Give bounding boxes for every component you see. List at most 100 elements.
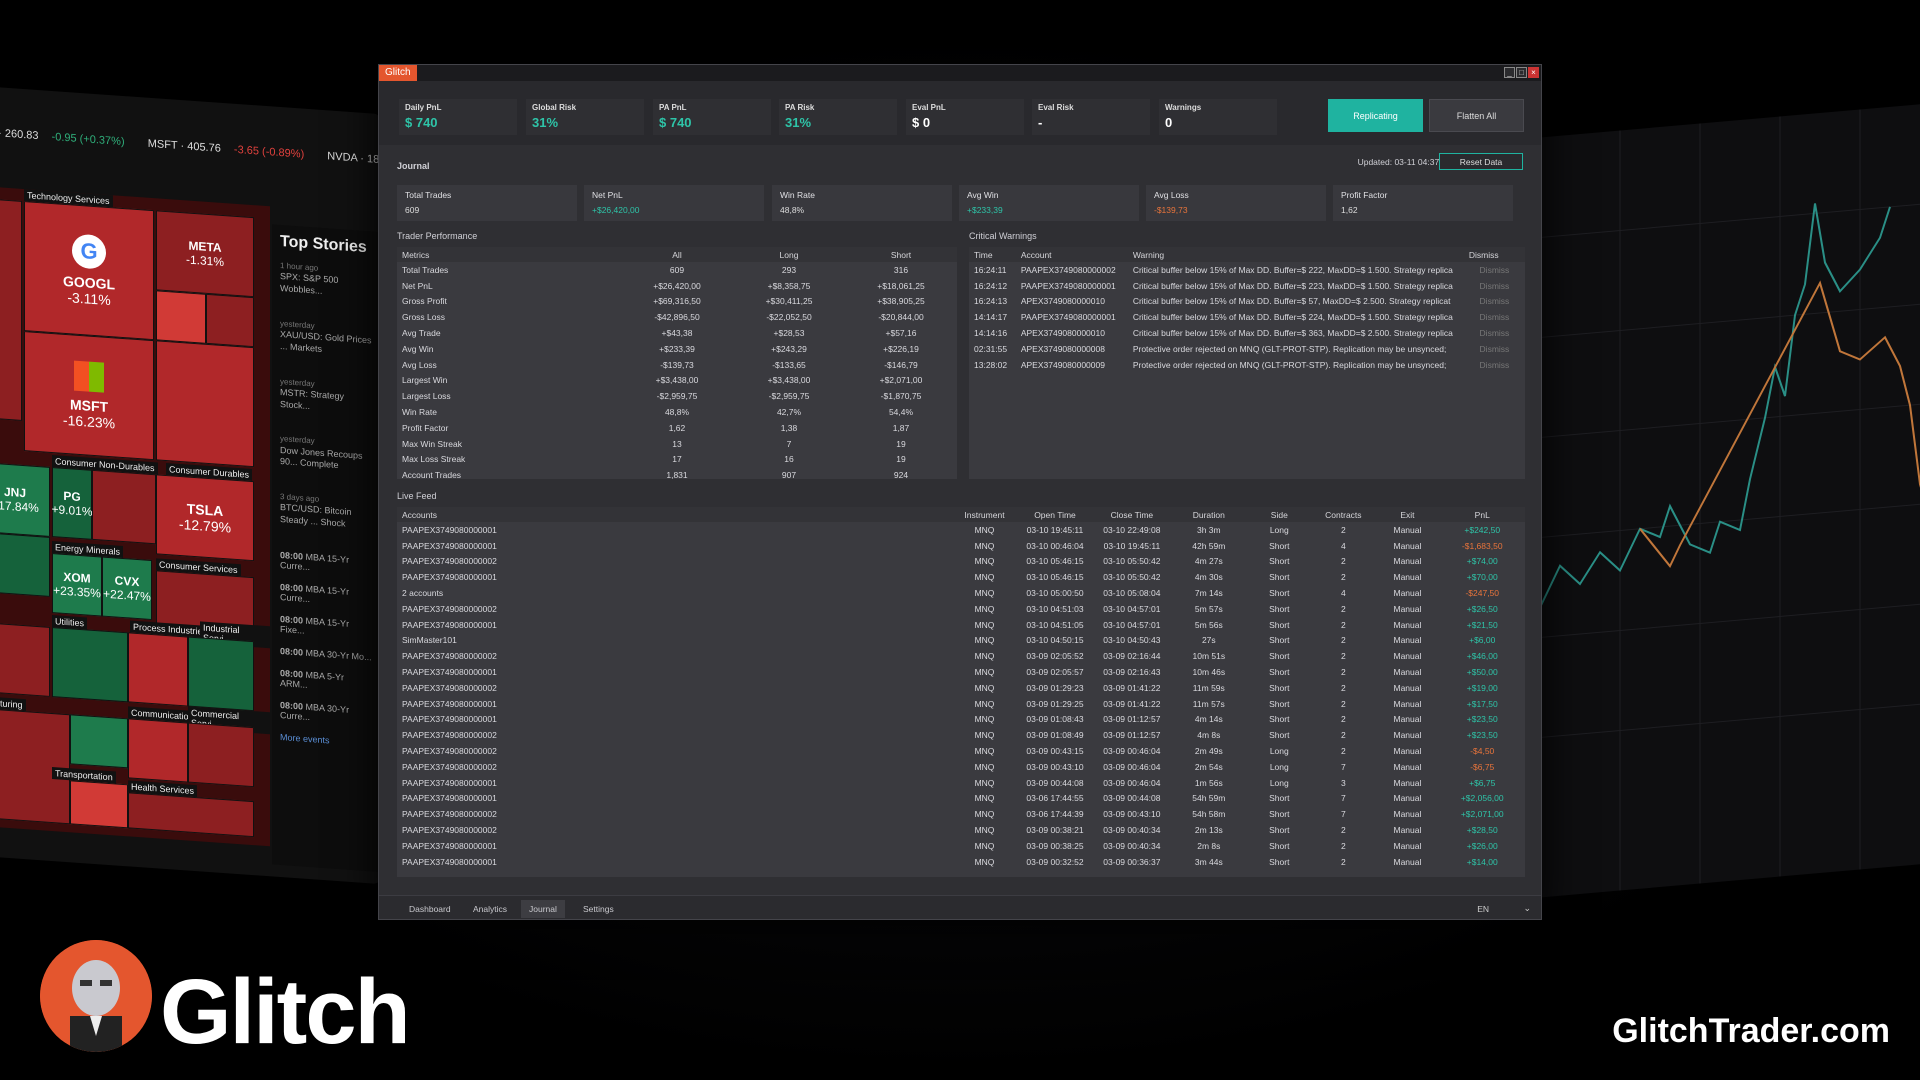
column-header[interactable]: Account [1015, 247, 1128, 262]
table-row[interactable]: PAAPEX3749080000001 MNQ 03-09 01:08:43 03-0… [397, 712, 1525, 728]
calendar-item[interactable]: 08:00 MBA 15-Yr Fixe... [280, 614, 372, 640]
table-row[interactable]: PAAPEX3749080000002 MNQ 03-06 17:44:39 03-0… [397, 806, 1525, 822]
table-row[interactable]: 14:14:17 PAAPEX3749080000001 Critical buff… [969, 309, 1525, 325]
column-header[interactable]: Warning [1127, 247, 1464, 262]
tab-dashboard[interactable]: Dashboard [401, 900, 459, 918]
column-header[interactable]: Short [845, 247, 957, 262]
table-row[interactable]: PAAPEX3749080000002 MNQ 03-09 00:38:21 03-0… [397, 822, 1525, 838]
table-row[interactable]: PAAPEX3749080000002 MNQ 03-09 01:29:23 03-0… [397, 680, 1525, 696]
table-row[interactable]: Largest Loss -$2,959,75 -$2,959,75 -$1,870,… [397, 388, 957, 404]
column-header[interactable]: Side [1247, 507, 1312, 522]
column-header[interactable]: Contracts [1311, 507, 1376, 522]
column-header[interactable]: Instrument [952, 507, 1017, 522]
calendar-item[interactable]: 08:00 MBA 30-Yr Curre... [280, 700, 372, 726]
reset-data-button[interactable]: Reset Data [1439, 153, 1523, 170]
story-item[interactable]: yesterday Dow Jones Recoups 90... Complet… [280, 434, 372, 474]
dismiss-button[interactable]: Dismiss [1464, 278, 1525, 294]
table-row[interactable]: Avg Win +$233,39 +$243,29 +$226,19 [397, 341, 957, 357]
metric-all: 609 [669, 264, 685, 275]
table-row[interactable]: Max Win Streak 13 7 19 [397, 436, 957, 452]
table-row[interactable]: Max Loss Streak 17 16 19 [397, 452, 957, 468]
table-row[interactable]: 14:14:16 APEX3749080000010 Critical buffer… [969, 325, 1525, 341]
table-row[interactable]: PAAPEX3749080000002 MNQ 03-09 00:43:10 03-0… [397, 759, 1525, 775]
table-row[interactable]: PAAPEX3749080000002 MNQ 03-09 02:05:52 03-0… [397, 648, 1525, 664]
table-row[interactable]: PAAPEX3749080000001 MNQ 03-09 02:05:57 03-0… [397, 664, 1525, 680]
maximize-icon[interactable]: □ [1516, 67, 1527, 78]
table-row[interactable]: PAAPEX3749080000001 MNQ 03-09 00:44:08 03-0… [397, 775, 1525, 791]
column-header[interactable]: Exit [1375, 507, 1440, 522]
dismiss-button[interactable]: Dismiss [1464, 294, 1525, 310]
trade-pnl: +$2,071,00 [1460, 809, 1504, 820]
table-row[interactable]: PAAPEX3749080000002 MNQ 03-10 05:46:15 03-1… [397, 554, 1525, 570]
column-header[interactable]: Long [733, 247, 845, 262]
dismiss-button[interactable]: Dismiss [1464, 262, 1525, 278]
story-item[interactable]: yesterday XAU/USD: Gold Prices ... Market… [280, 319, 372, 359]
column-header[interactable]: Duration [1170, 507, 1248, 522]
card-avg-loss: Avg Loss -$139,73 [1146, 185, 1326, 221]
minimize-icon[interactable]: _ [1504, 67, 1515, 78]
table-row[interactable]: Win Rate 48,8% 42,7% 54,4% [397, 404, 957, 420]
table-row[interactable]: SimMaster101 MNQ 03-10 04:50:15 03-10 04:50… [397, 633, 1525, 649]
brand-url[interactable]: GlitchTrader.com [1612, 1012, 1890, 1051]
dismiss-button[interactable]: Dismiss [1464, 309, 1525, 325]
more-events-link[interactable]: More events [280, 732, 372, 748]
column-header[interactable]: Accounts [397, 507, 953, 522]
dismiss-button[interactable]: Dismiss [1464, 325, 1525, 341]
trade-exit: Manual [1393, 698, 1422, 709]
table-row[interactable]: 16:24:11 PAAPEX3749080000002 Critical buff… [969, 262, 1525, 278]
tab-journal[interactable]: Journal [521, 900, 565, 918]
metric-short: -$20,844,00 [878, 312, 924, 323]
table-row[interactable]: PAAPEX3749080000001 MNQ 03-10 05:46:15 03-1… [397, 569, 1525, 585]
close-icon[interactable]: × [1528, 67, 1539, 78]
column-header[interactable]: Open Time [1016, 507, 1094, 522]
calendar-item[interactable]: 08:00 MBA 15-Yr Curre... [280, 582, 372, 608]
column-header[interactable]: PnL [1439, 507, 1525, 522]
story-item[interactable]: yesterday MSTR: Strategy Stock... [280, 377, 372, 417]
table-row[interactable]: 2 accounts MNQ 03-10 05:00:50 03-10 05:08:0… [397, 585, 1525, 601]
tab-analytics[interactable]: Analytics [465, 900, 515, 918]
table-row[interactable]: Net PnL +$26,420,00 +$8,358,75 +$18,061,25 [397, 278, 957, 294]
column-header[interactable]: Time [969, 247, 1016, 262]
table-row[interactable]: Avg Trade +$43,38 +$28,53 +$57,16 [397, 325, 957, 341]
table-row[interactable]: Avg Loss -$139,73 -$133,65 -$146,79 [397, 357, 957, 373]
table-row[interactable]: 16:24:12 PAAPEX3749080000001 Critical buff… [969, 278, 1525, 294]
column-header[interactable]: Dismiss [1463, 247, 1525, 262]
chevron-down-icon[interactable]: ⌄ [1523, 903, 1531, 914]
table-row[interactable]: 13:28:02 APEX3749080000009 Protective orde… [969, 357, 1525, 373]
table-row[interactable]: Account Trades 1,831 907 924 [397, 467, 957, 479]
dismiss-button[interactable]: Dismiss [1464, 357, 1525, 373]
trade-instrument: MNQ [974, 856, 995, 867]
table-row[interactable]: PAAPEX3749080000001 MNQ 03-10 19:45:11 03-1… [397, 522, 1525, 538]
story-item[interactable]: 3 days ago BTC/USD: Bitcoin Steady ... Sh… [280, 492, 372, 532]
table-row[interactable]: PAAPEX3749080000002 MNQ 03-10 04:51:03 03-1… [397, 601, 1525, 617]
story-item[interactable]: 1 hour ago SPX: S&P 500 Wobbles... [280, 261, 372, 301]
trade-instrument: MNQ [974, 730, 995, 741]
table-row[interactable]: PAAPEX3749080000002 MNQ 03-09 00:43:15 03-0… [397, 743, 1525, 759]
dismiss-button[interactable]: Dismiss [1464, 341, 1525, 357]
table-row[interactable]: Gross Profit +$69,316,50 +$30,411,25 +$38,9… [397, 294, 957, 310]
flatten-all-button[interactable]: Flatten All [1429, 99, 1524, 132]
table-row[interactable]: PAAPEX3749080000001 MNQ 03-06 17:44:55 03-0… [397, 791, 1525, 807]
table-row[interactable]: PAAPEX3749080000001 MNQ 03-10 04:51:05 03-1… [397, 617, 1525, 633]
table-row[interactable]: PAAPEX3749080000001 MNQ 03-09 00:38:25 03-0… [397, 838, 1525, 854]
table-row[interactable]: PAAPEX3749080000001 MNQ 03-10 00:46:04 03-1… [397, 538, 1525, 554]
table-row[interactable]: 02:31:55 APEX3749080000008 Protective orde… [969, 341, 1525, 357]
table-row[interactable]: PAAPEX3749080000001 MNQ 03-09 00:32:52 03-0… [397, 854, 1525, 870]
heatmap-tile [52, 627, 128, 703]
table-row[interactable]: PAAPEX3749080000002 MNQ 03-09 01:08:49 03-0… [397, 727, 1525, 743]
column-header[interactable]: Metrics [397, 247, 621, 262]
replicating-button[interactable]: Replicating [1328, 99, 1423, 132]
language-select[interactable]: EN [1477, 904, 1489, 914]
column-header[interactable]: Close Time [1093, 507, 1171, 522]
table-row[interactable]: 16:24:13 APEX3749080000010 Critical buffer… [969, 294, 1525, 310]
table-row[interactable]: Largest Win +$3,438,00 +$3,438,00 +$2,071,0… [397, 373, 957, 389]
tab-settings[interactable]: Settings [575, 900, 622, 918]
table-row[interactable]: PAAPEX3749080000001 MNQ 03-09 01:29:25 03-0… [397, 696, 1525, 712]
calendar-item[interactable]: 08:00 MBA 30-Yr Mo... [280, 646, 372, 662]
calendar-item[interactable]: 08:00 MBA 5-Yr ARM... [280, 668, 372, 694]
column-header[interactable]: All [621, 247, 733, 262]
table-row[interactable]: Profit Factor 1,62 1,38 1,87 [397, 420, 957, 436]
calendar-item[interactable]: 08:00 MBA 15-Yr Curre... [280, 550, 372, 576]
table-row[interactable]: Gross Loss -$42,896,50 -$22,052,50 -$20,844… [397, 309, 957, 325]
table-row[interactable]: Total Trades 609 293 316 [397, 262, 957, 278]
